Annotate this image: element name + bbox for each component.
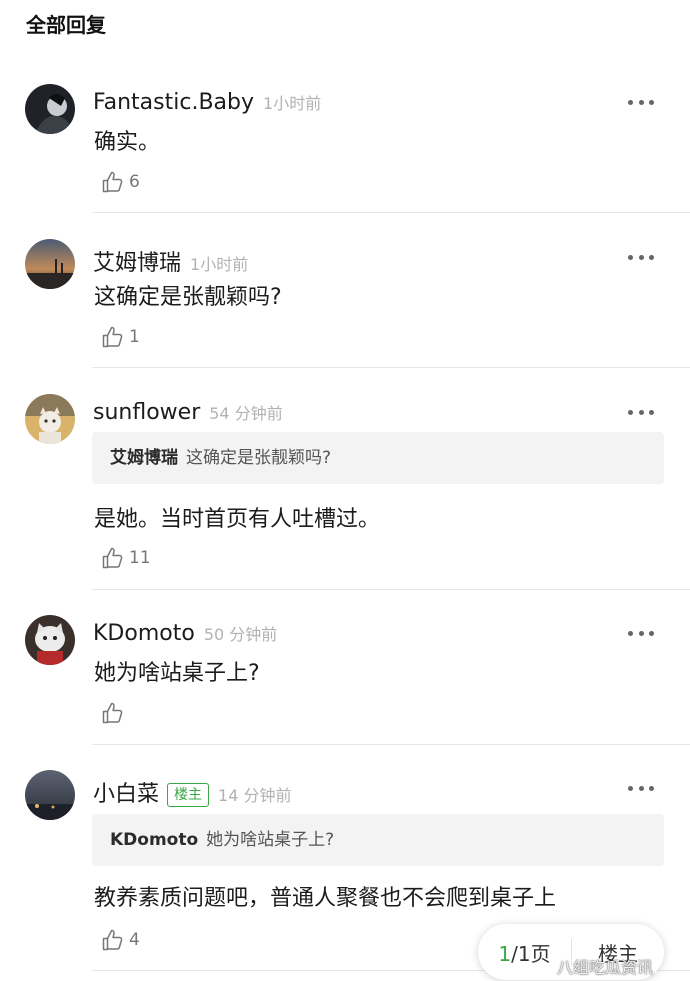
timestamp: 1小时前	[190, 255, 249, 274]
comment-text: 这确定是张靓颖吗?	[94, 285, 282, 310]
timestamp: 50 分钟前	[203, 625, 278, 644]
username[interactable]: Fantastic.Baby	[93, 90, 254, 115]
like-count: 11	[129, 548, 151, 568]
quoted-text: 她为啥站桌子上?	[206, 830, 335, 850]
like-button[interactable]: 4	[101, 926, 140, 954]
more-options-icon[interactable]	[628, 408, 654, 416]
username[interactable]: 艾姆博瑞	[93, 245, 181, 277]
comment-text: 是她。当时首页有人吐槽过。	[94, 507, 381, 532]
thumbs-up-icon	[102, 171, 123, 193]
username[interactable]: 小白菜	[93, 776, 159, 808]
quoted-text: 这确定是张靓颖吗?	[186, 448, 332, 468]
like-button[interactable]: 6	[101, 168, 140, 196]
more-options-icon[interactable]	[628, 784, 654, 792]
timestamp: 54 分钟前	[209, 404, 283, 423]
like-button[interactable]: 11	[101, 544, 151, 572]
more-options-icon[interactable]	[628, 253, 654, 261]
comment-text: 确实。	[94, 130, 161, 155]
thumbs-up-icon	[102, 326, 123, 348]
divider	[92, 212, 690, 213]
watermark: 八组吃瓜资讯	[532, 954, 653, 978]
comment-text: 教养素质问题吧，普通人聚餐也不会爬到桌子上	[94, 886, 557, 911]
like-button[interactable]	[101, 699, 129, 727]
section-title: 全部回复	[26, 13, 106, 37]
divider	[92, 367, 690, 368]
more-options-icon[interactable]	[628, 98, 654, 106]
thumbs-up-icon	[102, 547, 123, 569]
comment-text: 她为啥站桌子上?	[94, 661, 260, 686]
username[interactable]: KDomoto	[93, 621, 195, 646]
watermark-text: 八组吃瓜资讯	[557, 958, 654, 977]
avatar[interactable]	[25, 615, 75, 665]
thumbs-up-icon	[102, 702, 123, 724]
like-count: 1	[129, 327, 140, 347]
like-button[interactable]: 1	[101, 323, 140, 351]
more-options-icon[interactable]	[628, 629, 654, 637]
timestamp: 14 分钟前	[218, 786, 292, 805]
quoted-reply[interactable]: 艾姆博瑞 这确定是张靓颖吗?	[92, 432, 664, 484]
username[interactable]: sunflower	[93, 400, 200, 425]
avatar[interactable]	[25, 770, 75, 820]
like-count: 4	[129, 930, 140, 950]
avatar[interactable]	[25, 84, 75, 134]
divider	[92, 744, 690, 745]
quoted-reply[interactable]: KDomoto 她为啥站桌子上?	[92, 814, 664, 866]
avatar[interactable]	[25, 394, 75, 444]
quoted-username: 艾姆博瑞	[110, 448, 178, 468]
divider	[92, 589, 690, 590]
thumbs-up-icon	[102, 929, 123, 951]
weibo-logo-icon	[532, 958, 553, 975]
timestamp: 1小时前	[263, 94, 322, 113]
quoted-username: KDomoto	[110, 830, 199, 850]
current-page: 1	[498, 941, 512, 966]
avatar[interactable]	[25, 239, 75, 289]
op-badge: 楼主	[167, 783, 210, 807]
like-count: 6	[129, 172, 140, 192]
